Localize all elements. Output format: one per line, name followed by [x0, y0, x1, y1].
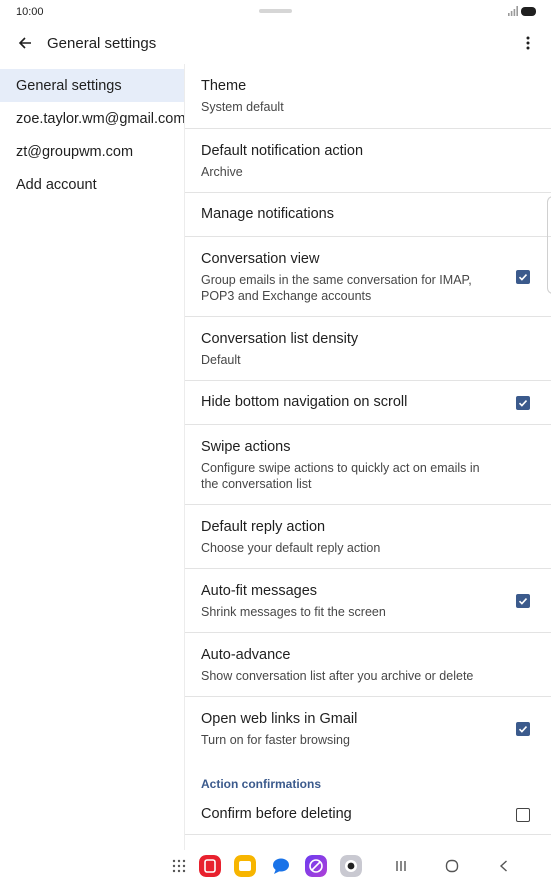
checkmark-icon — [518, 597, 528, 605]
setting-title: Auto-fit messages — [201, 582, 318, 599]
edge-panel-handle[interactable] — [547, 196, 551, 294]
setting-default-reply-action[interactable]: Default reply action Choose your default… — [185, 505, 551, 569]
setting-conversation-list-density[interactable]: Conversation list density Default — [185, 317, 551, 381]
auto-fit-messages-checkbox[interactable] — [516, 593, 530, 608]
setting-title: Default reply action — [201, 518, 326, 535]
back-button[interactable] — [12, 30, 38, 56]
checkmark-icon — [518, 726, 528, 733]
sidebar-item-label: zt@groupwm.com — [16, 143, 134, 160]
app-bar: General settings — [0, 24, 551, 64]
sidebar-item-general-settings[interactable]: General settings — [0, 69, 184, 102]
status-time: 10:00 — [16, 6, 44, 18]
setting-default-notification-action[interactable]: Default notification action Archive — [185, 129, 551, 193]
setting-confirm-before-deleting[interactable]: Confirm before deleting — [185, 795, 551, 835]
setting-subtitle: Default — [201, 352, 241, 367]
sidebar-item-add-account[interactable]: Add account — [0, 168, 184, 201]
browser-app-icon[interactable] — [305, 855, 327, 877]
sidebar-item-label: Add account — [16, 176, 97, 193]
setting-subtitle: Choose your default reply action — [201, 540, 381, 555]
battery-icon — [521, 7, 536, 16]
checkmark-icon — [518, 273, 528, 281]
page-title: General settings — [47, 35, 157, 52]
drag-handle — [259, 9, 292, 13]
setting-title: Default notification action — [201, 142, 364, 159]
setting-title: Conversation list density — [201, 330, 359, 347]
setting-subtitle: Show conversation list after you archive… — [201, 668, 474, 683]
setting-title: Open web links in Gmail — [201, 711, 358, 727]
setting-open-web-links[interactable]: Open web links in Gmail Turn on for fast… — [185, 697, 551, 761]
sidebar-item-account-gmail[interactable]: zoe.taylor.wm@gmail.com — [0, 102, 186, 135]
setting-subtitle: System default — [201, 100, 284, 114]
open-web-links-checkbox[interactable] — [516, 722, 530, 736]
setting-hide-bottom-navigation[interactable]: Hide bottom navigation on scroll — [185, 381, 551, 425]
setting-auto-advance[interactable]: Auto-advance Show conversation list afte… — [185, 633, 551, 697]
status-bar: 10:00 — [0, 0, 551, 24]
sidebar: General settings zoe.taylor.wm@gmail.com… — [0, 69, 186, 201]
back-icon[interactable] — [493, 855, 515, 877]
setting-swipe-actions[interactable]: Swipe actions Configure swipe actions to… — [185, 425, 551, 505]
setting-manage-notifications[interactable]: Manage notifications — [185, 193, 551, 237]
home-icon[interactable] — [441, 855, 463, 877]
sidebar-item-label: General settings — [16, 77, 122, 94]
sidebar-item-label: zoe.taylor.wm@gmail.com — [16, 110, 186, 127]
more-vert-icon — [526, 36, 530, 50]
email-app-icon[interactable] — [199, 855, 221, 877]
setting-theme[interactable]: Theme System default — [185, 64, 551, 129]
conversation-view-checkbox[interactable] — [516, 269, 530, 284]
back-arrow-icon — [18, 37, 31, 49]
camera-app-icon[interactable] — [340, 855, 362, 877]
section-header-action-confirmations: Action confirmations — [201, 777, 322, 791]
setting-subtitle: Configure swipe actions to quickly act o… — [201, 460, 480, 491]
setting-title: Swipe actions — [201, 438, 291, 455]
setting-conversation-view[interactable]: Conversation view Group emails in the sa… — [185, 237, 551, 317]
notes-app-icon[interactable] — [234, 855, 256, 877]
setting-title: Manage notifications — [201, 206, 334, 222]
hide-bottom-navigation-checkbox[interactable] — [516, 395, 530, 410]
checkmark-icon — [518, 399, 528, 407]
setting-title: Theme — [201, 78, 247, 94]
confirm-before-deleting-checkbox[interactable] — [516, 807, 530, 822]
setting-title: Conversation view — [201, 250, 320, 267]
settings-list[interactable]: Theme System default Default notificatio… — [184, 64, 551, 850]
messages-app-icon[interactable] — [270, 855, 292, 877]
setting-title: Confirm before deleting — [201, 806, 352, 822]
signal-icon — [508, 6, 518, 16]
more-options-button[interactable] — [516, 30, 540, 56]
apps-grid-icon[interactable] — [168, 855, 190, 877]
navigation-bar — [0, 850, 551, 882]
setting-subtitle: Turn on for faster browsing — [201, 733, 350, 747]
sidebar-item-account-groupwm[interactable]: zt@groupwm.com — [0, 135, 184, 168]
setting-subtitle: Shrink messages to fit the screen — [201, 604, 386, 619]
setting-title: Auto-advance — [201, 646, 291, 663]
recents-icon[interactable] — [390, 855, 412, 877]
setting-auto-fit-messages[interactable]: Auto-fit messages Shrink messages to fit… — [185, 569, 551, 633]
setting-subtitle: Group emails in the same conversation fo… — [201, 272, 472, 303]
setting-subtitle: Archive — [201, 164, 243, 179]
setting-title: Hide bottom navigation on scroll — [201, 394, 408, 410]
